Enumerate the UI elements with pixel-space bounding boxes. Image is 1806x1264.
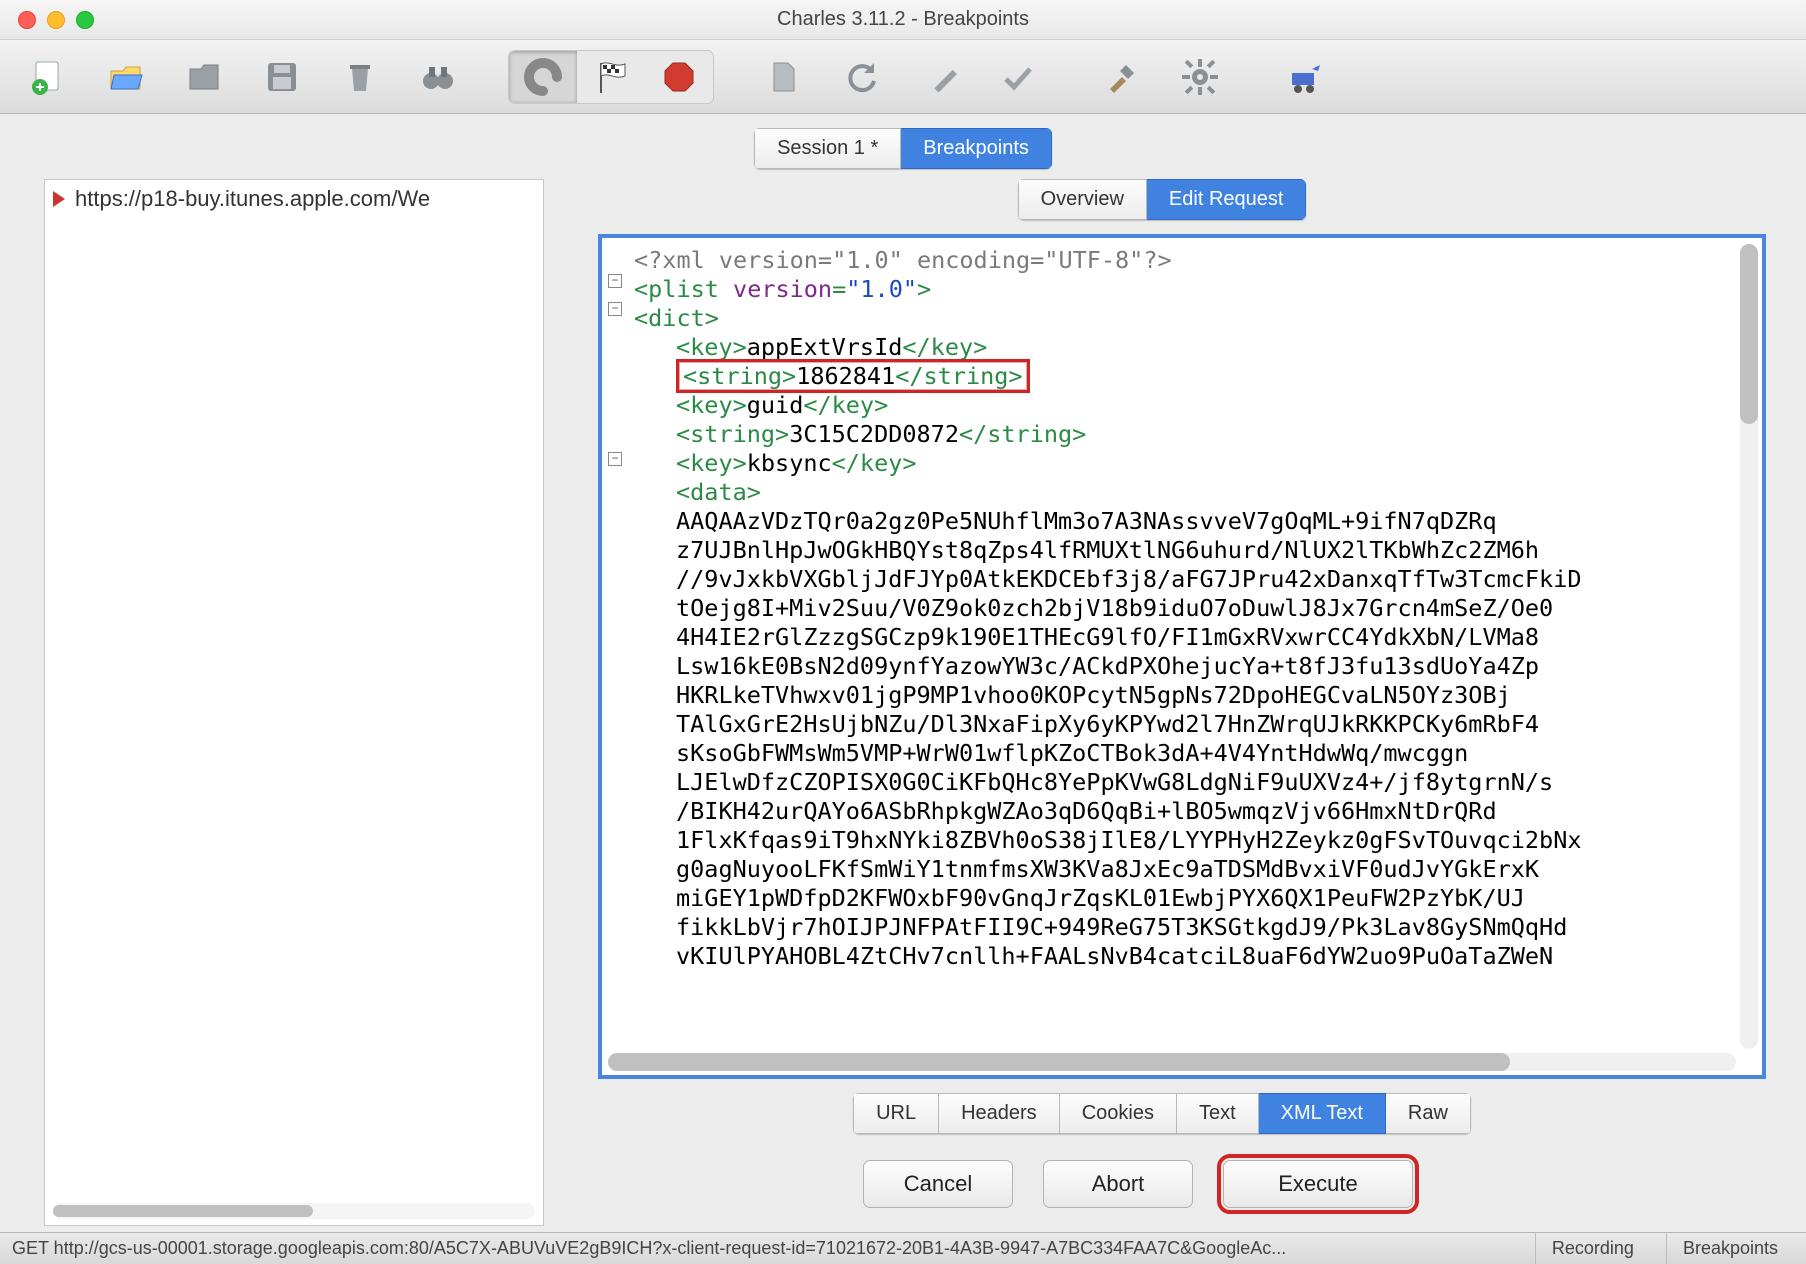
status-text: GET http://gcs-us-00001.storage.googleap… xyxy=(12,1238,1519,1259)
tab-headers[interactable]: Headers xyxy=(939,1093,1060,1134)
tab-raw[interactable]: Raw xyxy=(1386,1093,1471,1134)
find-button[interactable] xyxy=(404,51,472,103)
request-up-icon xyxy=(53,191,65,207)
document-icon xyxy=(764,57,804,97)
settings-button[interactable] xyxy=(1166,51,1234,103)
fold-gutter: − − − xyxy=(602,274,628,480)
main-tab-control: Session 1 * Breakpoints xyxy=(754,128,1052,169)
detail-tab-control: Overview Edit Request xyxy=(1018,179,1307,220)
minimize-window-button[interactable] xyxy=(47,11,65,29)
view-format-tabs: URL Headers Cookies Text XML Text Raw xyxy=(853,1093,1471,1134)
compose-button[interactable] xyxy=(750,51,818,103)
repeat-button[interactable] xyxy=(828,51,896,103)
execute-button[interactable]: Execute xyxy=(1223,1160,1413,1208)
validate-button[interactable] xyxy=(984,51,1052,103)
highlighted-value: <string>1862841</string> xyxy=(676,359,1030,393)
fold-toggle[interactable]: − xyxy=(608,302,622,316)
tools-icon xyxy=(1102,57,1142,97)
throttle-button[interactable] xyxy=(577,51,645,103)
window-title: Charles 3.11.2 - Breakpoints xyxy=(777,8,1029,31)
refresh-icon xyxy=(842,57,882,97)
tab-cookies[interactable]: Cookies xyxy=(1060,1093,1177,1134)
toolbar xyxy=(0,40,1806,114)
close-window-button[interactable] xyxy=(18,11,36,29)
tools-button[interactable] xyxy=(1088,51,1156,103)
cancel-button[interactable]: Cancel xyxy=(863,1160,1013,1208)
new-session-button[interactable] xyxy=(14,51,82,103)
record-dial-icon xyxy=(523,57,563,97)
tab-edit-request[interactable]: Edit Request xyxy=(1147,179,1307,220)
clear-button[interactable] xyxy=(326,51,394,103)
status-recording: Recording xyxy=(1535,1233,1650,1264)
abort-button[interactable]: Abort xyxy=(1043,1160,1193,1208)
tab-overview[interactable]: Overview xyxy=(1018,179,1147,220)
fold-toggle[interactable]: − xyxy=(608,274,622,288)
titlebar: Charles 3.11.2 - Breakpoints xyxy=(0,0,1806,40)
status-breakpoints: Breakpoints xyxy=(1666,1233,1794,1264)
request-list-item[interactable]: https://p18-buy.itunes.apple.com/We xyxy=(45,180,543,218)
fold-toggle[interactable]: − xyxy=(608,452,622,466)
xml-editor[interactable]: − − − <?xml version="1.0" encoding="UTF-… xyxy=(598,234,1766,1079)
checkered-flag-icon xyxy=(591,57,631,97)
folder-open-icon xyxy=(106,57,146,97)
request-list-sidebar: https://p18-buy.itunes.apple.com/We xyxy=(44,179,544,1226)
editor-v-scrollbar[interactable] xyxy=(1740,244,1758,1049)
tab-url[interactable]: URL xyxy=(853,1093,939,1134)
save-button[interactable] xyxy=(248,51,316,103)
floppy-icon xyxy=(262,57,302,97)
binoculars-icon xyxy=(418,57,458,97)
action-buttons: Cancel Abort Execute xyxy=(558,1134,1766,1226)
breakpoints-toggle-button[interactable] xyxy=(645,51,713,103)
record-button[interactable] xyxy=(509,51,577,103)
statusbar: GET http://gcs-us-00001.storage.googleap… xyxy=(0,1232,1806,1264)
folder-icon xyxy=(184,57,224,97)
request-url: https://p18-buy.itunes.apple.com/We xyxy=(75,186,430,212)
active-connections-button[interactable] xyxy=(1270,51,1338,103)
new-file-icon xyxy=(28,57,68,97)
editor-h-scrollbar[interactable] xyxy=(608,1053,1736,1071)
tab-session[interactable]: Session 1 * xyxy=(754,128,901,169)
pencil-icon xyxy=(920,57,960,97)
open-button[interactable] xyxy=(92,51,160,103)
check-icon xyxy=(998,57,1038,97)
edit-button[interactable] xyxy=(906,51,974,103)
recording-group xyxy=(508,50,714,104)
close-session-button[interactable] xyxy=(170,51,238,103)
trash-icon xyxy=(340,57,380,97)
gear-icon xyxy=(1180,57,1220,97)
zoom-window-button[interactable] xyxy=(76,11,94,29)
tab-breakpoints[interactable]: Breakpoints xyxy=(901,128,1052,169)
stop-sign-icon xyxy=(659,57,699,97)
tab-text[interactable]: Text xyxy=(1177,1093,1259,1134)
sidebar-h-scrollbar[interactable] xyxy=(53,1203,535,1219)
tab-xml-text[interactable]: XML Text xyxy=(1259,1093,1386,1134)
cart-icon xyxy=(1284,57,1324,97)
xml-code[interactable]: <?xml version="1.0" encoding="UTF-8"?> <… xyxy=(602,238,1762,999)
